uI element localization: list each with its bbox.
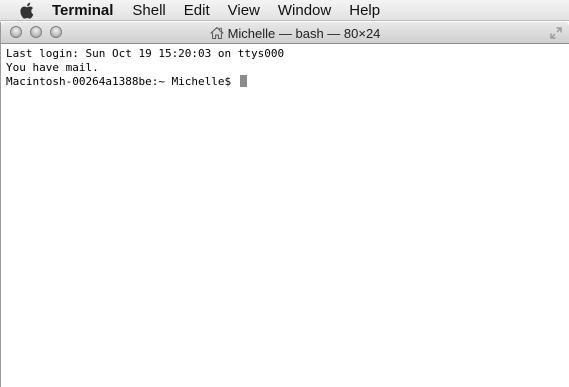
- window-title-group: Michelle — bash — 80×24: [1, 22, 569, 44]
- window-titlebar[interactable]: Michelle — bash — 80×24: [1, 22, 569, 44]
- fullscreen-icon[interactable]: [549, 26, 563, 40]
- menu-window[interactable]: Window: [278, 0, 331, 21]
- window-title: Michelle — bash — 80×24: [227, 25, 381, 41]
- home-icon: [210, 27, 224, 39]
- terminal-prompt: Macintosh-00264a1388be:~ Michelle$: [6, 75, 238, 88]
- terminal-output[interactable]: Last login: Sun Oct 19 15:20:03 on ttys0…: [6, 47, 566, 89]
- terminal-line-mail: You have mail.: [6, 61, 99, 74]
- menu-help[interactable]: Help: [349, 0, 380, 21]
- terminal-line-last-login: Last login: Sun Oct 19 15:20:03 on ttys0…: [6, 47, 285, 60]
- menu-edit[interactable]: Edit: [184, 0, 210, 21]
- menu-terminal[interactable]: Terminal: [52, 0, 113, 21]
- menu-view[interactable]: View: [228, 0, 260, 21]
- terminal-prompt-line[interactable]: Macintosh-00264a1388be:~ Michelle$: [6, 75, 566, 89]
- menu-shell[interactable]: Shell: [132, 0, 165, 21]
- menu-bar: Terminal Shell Edit View Window Help: [0, 0, 569, 21]
- terminal-cursor: [239, 75, 247, 87]
- apple-icon[interactable]: [18, 1, 34, 20]
- terminal-window: Michelle — bash — 80×24 Last login: Sun …: [0, 22, 569, 387]
